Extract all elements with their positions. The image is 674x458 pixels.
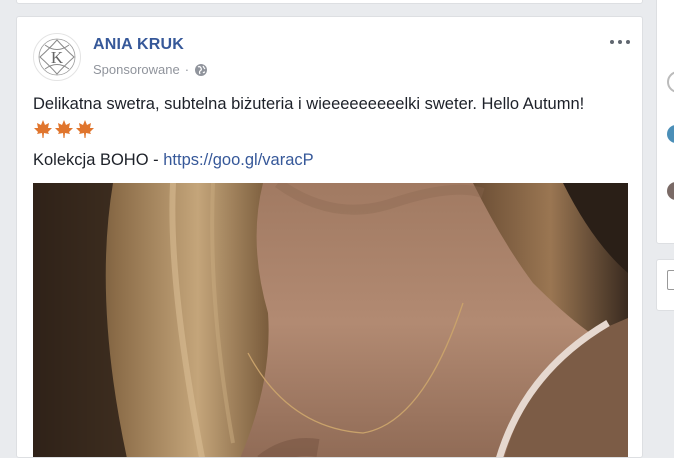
svg-text:K: K xyxy=(51,48,64,67)
sidebar-avatar-icon[interactable] xyxy=(667,125,674,143)
maple-leaf-icon xyxy=(34,120,52,138)
right-sidebar-card xyxy=(656,259,674,311)
author-name[interactable]: ANIA KRUK xyxy=(93,36,184,54)
sponsored-post: K ANIA KRUK Sponsorowane · Delikatna swe… xyxy=(16,16,643,458)
post-meta: Sponsorowane · xyxy=(93,62,208,77)
more-options-icon[interactable] xyxy=(610,37,630,47)
maple-leaf-icon xyxy=(55,120,73,138)
post-body: Delikatna swetra, subtelna biżuteria i w… xyxy=(33,93,628,172)
emoji-row xyxy=(33,118,628,140)
post-text-line1: Delikatna swetra, subtelna biżuteria i w… xyxy=(33,95,585,113)
sidebar-avatar-icon[interactable] xyxy=(667,182,674,200)
post-photo[interactable] xyxy=(33,183,628,457)
page-avatar[interactable]: K xyxy=(33,33,81,81)
previous-post-card xyxy=(16,0,643,4)
post-text-line2: Kolekcja BOHO - https://goo.gl/varacP xyxy=(33,149,628,172)
sidebar-avatar-icon[interactable] xyxy=(667,71,674,93)
sponsored-label[interactable]: Sponsorowane xyxy=(93,62,180,77)
right-sidebar-card xyxy=(656,0,674,244)
collection-link[interactable]: https://goo.gl/varacP xyxy=(163,151,313,169)
globe-icon[interactable] xyxy=(194,63,208,77)
meta-separator: · xyxy=(184,62,190,77)
collection-label: Kolekcja BOHO - xyxy=(33,151,164,169)
maple-leaf-icon xyxy=(76,120,94,138)
sidebar-item-icon[interactable] xyxy=(667,270,674,290)
